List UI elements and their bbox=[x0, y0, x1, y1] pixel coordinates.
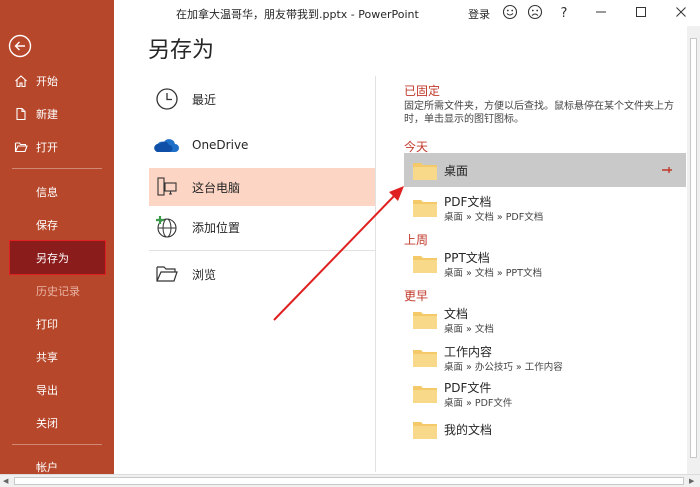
horizontal-scrollbar[interactable]: ◀ ▶ bbox=[0, 474, 700, 487]
folder-name: 文档 bbox=[444, 307, 469, 321]
back-arrow-icon[interactable] bbox=[8, 34, 32, 58]
folder-name: PDF文档 bbox=[444, 195, 492, 209]
folder-icon bbox=[413, 350, 437, 367]
nav-label: 开始 bbox=[36, 74, 58, 88]
open-folder-icon bbox=[12, 138, 30, 156]
computer-icon bbox=[153, 173, 181, 201]
pin-icon[interactable] bbox=[660, 163, 674, 177]
page-title: 另存为 bbox=[148, 38, 215, 63]
nav-label: 打开 bbox=[36, 140, 58, 154]
cloud-icon bbox=[153, 131, 181, 159]
scroll-right-arrow-icon[interactable]: ▶ bbox=[689, 477, 697, 485]
nav-label: 导出 bbox=[36, 383, 58, 397]
recent-folder-desktop[interactable]: 桌面 bbox=[404, 153, 686, 187]
folder-icon bbox=[413, 386, 437, 403]
frown-feedback-icon[interactable] bbox=[526, 3, 544, 21]
nav-label: 共享 bbox=[36, 350, 58, 364]
nav-label: 信息 bbox=[36, 185, 58, 199]
folder-path: 桌面 » 文档 » PDF文档 bbox=[444, 212, 544, 223]
folder-icon bbox=[413, 422, 437, 439]
clock-icon bbox=[153, 85, 181, 113]
location-label: 最近 bbox=[192, 92, 217, 107]
folder-name: PDF文件 bbox=[444, 381, 492, 395]
backstage-sidebar: 开始 新建 打开 信息 保存 另存为 历史记录 打印 共享 导出 关闭 帐户 bbox=[0, 0, 114, 487]
scrollbar-thumb[interactable] bbox=[14, 477, 684, 485]
recent-folder-ppt-docs[interactable]: PPT文档 桌面 » 文档 » PPT文档 bbox=[404, 246, 686, 280]
recent-folder-work[interactable]: 工作内容 桌面 » 办公技巧 » 工作内容 bbox=[404, 340, 686, 374]
nav-print[interactable]: 打印 bbox=[0, 307, 114, 340]
nav-label: 历史记录 bbox=[36, 284, 80, 298]
nav-label: 关闭 bbox=[36, 416, 58, 430]
recent-folder-documents[interactable]: 文档 桌面 » 文档 bbox=[404, 302, 686, 336]
nav-share[interactable]: 共享 bbox=[0, 340, 114, 373]
help-icon[interactable]: ? bbox=[555, 3, 573, 21]
folder-name: PPT文档 bbox=[444, 251, 490, 265]
login-link[interactable]: 登录 bbox=[468, 6, 490, 22]
location-label: 浏览 bbox=[192, 267, 217, 282]
panel-divider bbox=[375, 76, 376, 472]
nav-save-as[interactable]: 另存为 bbox=[9, 240, 106, 275]
nav-save[interactable]: 保存 bbox=[0, 208, 114, 241]
sidebar-divider bbox=[12, 444, 102, 445]
folder-path: 桌面 » 文档 » PPT文档 bbox=[444, 268, 542, 279]
pinned-description: 固定所需文件夹，方便以后查找。鼠标悬停在某个文件夹上方时，单击显示的图钉图标。 bbox=[404, 101, 674, 125]
folder-open-icon bbox=[153, 260, 181, 288]
recent-folder-pdf-files[interactable]: PDF文件 桌面 » PDF文件 bbox=[404, 376, 686, 410]
recent-folder-my-documents[interactable]: 我的文档 bbox=[404, 412, 686, 446]
nav-label: 打印 bbox=[36, 317, 58, 331]
svg-text:?: ? bbox=[561, 6, 568, 21]
locations-divider bbox=[149, 250, 375, 251]
nav-label: 另存为 bbox=[36, 251, 69, 265]
location-label: OneDrive bbox=[192, 138, 249, 152]
folder-path: 桌面 » PDF文件 bbox=[444, 398, 513, 409]
recent-folder-pdf-docs[interactable]: PDF文档 桌面 » 文档 » PDF文档 bbox=[404, 190, 686, 224]
folder-name: 工作内容 bbox=[444, 345, 493, 359]
location-recent[interactable]: 最近 bbox=[149, 80, 375, 118]
vertical-scrollbar[interactable] bbox=[687, 26, 700, 474]
location-onedrive[interactable]: OneDrive bbox=[149, 126, 375, 164]
globe-add-icon bbox=[153, 213, 181, 241]
pinned-section-title: 已固定 bbox=[404, 84, 441, 98]
folder-icon bbox=[413, 200, 437, 217]
nav-label: 新建 bbox=[36, 107, 58, 121]
nav-history: 历史记录 bbox=[0, 274, 114, 307]
sidebar-divider bbox=[12, 168, 102, 169]
minimize-icon[interactable] bbox=[592, 3, 610, 21]
location-this-pc[interactable]: 这台电脑 bbox=[149, 168, 375, 206]
folder-path: 桌面 » 办公技巧 » 工作内容 bbox=[444, 362, 563, 373]
nav-export[interactable]: 导出 bbox=[0, 373, 114, 406]
location-add-place[interactable]: 添加位置 bbox=[149, 208, 375, 246]
nav-label: 保存 bbox=[36, 218, 58, 232]
new-file-icon bbox=[12, 105, 30, 123]
smile-feedback-icon[interactable] bbox=[501, 3, 519, 21]
home-icon bbox=[12, 72, 30, 90]
nav-label: 帐户 bbox=[36, 460, 58, 474]
scroll-left-arrow-icon[interactable]: ◀ bbox=[3, 477, 11, 485]
folder-icon bbox=[413, 163, 437, 180]
location-label: 这台电脑 bbox=[192, 180, 241, 195]
folder-icon bbox=[413, 256, 437, 273]
folder-name: 我的文档 bbox=[444, 423, 493, 437]
close-icon[interactable] bbox=[672, 3, 690, 21]
location-label: 添加位置 bbox=[192, 220, 241, 235]
nav-new[interactable]: 新建 bbox=[0, 97, 114, 130]
maximize-icon[interactable] bbox=[632, 3, 650, 21]
folder-icon bbox=[413, 312, 437, 329]
location-browse[interactable]: 浏览 bbox=[149, 255, 375, 293]
folder-path: 桌面 » 文档 bbox=[444, 324, 494, 335]
nav-open[interactable]: 打开 bbox=[0, 130, 114, 163]
nav-info[interactable]: 信息 bbox=[0, 175, 114, 208]
scrollbar-thumb[interactable] bbox=[690, 38, 697, 458]
nav-home[interactable]: 开始 bbox=[0, 64, 114, 97]
window-title: 在加拿大温哥华，朋友带我到.pptx - PowerPoint bbox=[176, 8, 419, 21]
folder-name: 桌面 bbox=[444, 164, 469, 178]
title-bar: 在加拿大温哥华，朋友带我到.pptx - PowerPoint 登录 ? bbox=[114, 0, 700, 26]
nav-close[interactable]: 关闭 bbox=[0, 406, 114, 439]
